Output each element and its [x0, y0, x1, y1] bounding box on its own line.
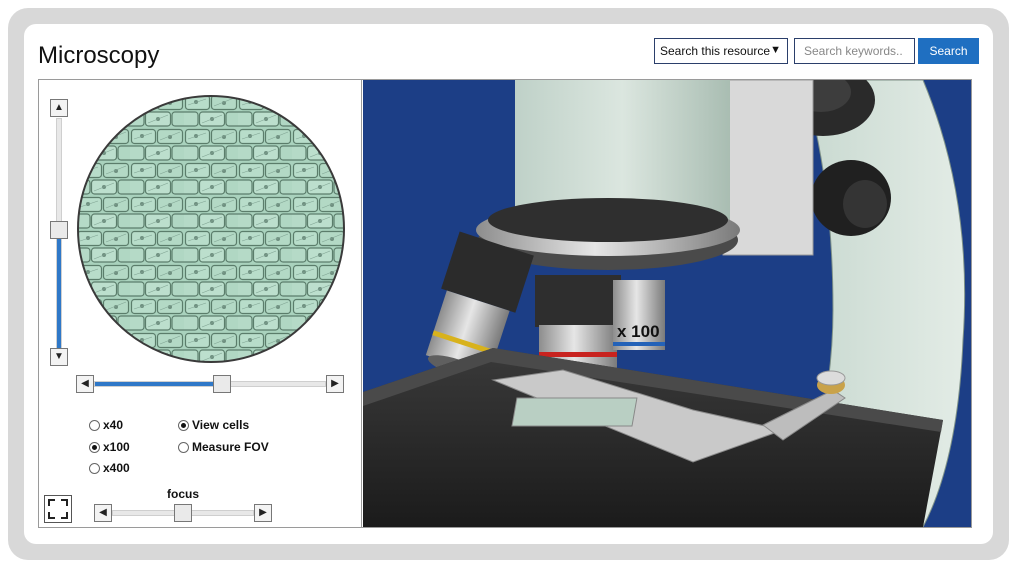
arrow-right-icon: ▶: [331, 378, 339, 389]
magnification-option-x40[interactable]: x40: [89, 418, 123, 432]
horizontal-slider-fill: [95, 382, 223, 386]
arrow-left-icon: ◀: [99, 507, 107, 518]
expand-icon: [48, 499, 68, 519]
focus-right-button[interactable]: ▶: [254, 504, 272, 522]
control-panel: ▲ ▼ ◀ ▶ x40 x100 x400 View cells Measure…: [39, 80, 362, 527]
horizontal-slider-track[interactable]: [94, 381, 326, 387]
arrow-down-icon: ▼: [54, 351, 64, 362]
horizontal-slider-thumb[interactable]: [212, 375, 231, 393]
microscope-illustration: x 100: [363, 80, 966, 527]
chevron-down-icon: ▼: [770, 44, 781, 56]
search-scope-select[interactable]: Search this resource ▼: [654, 38, 788, 64]
option-label: View cells: [192, 418, 250, 432]
field-of-view: [77, 95, 345, 363]
page-title: Microscopy: [38, 42, 160, 69]
search-scope-label: Search this resource: [660, 44, 771, 58]
slider-up-button[interactable]: ▲: [50, 99, 68, 117]
option-label: x400: [103, 461, 130, 475]
radio-button[interactable]: [89, 441, 100, 453]
mode-option-measure-fov[interactable]: Measure FOV: [178, 440, 269, 454]
focus-label: focus: [167, 487, 200, 501]
radio-button[interactable]: [178, 441, 189, 453]
radio-button[interactable]: [89, 462, 100, 474]
slider-left-button[interactable]: ◀: [76, 375, 94, 393]
radio-button[interactable]: [178, 419, 189, 431]
mode-option-view-cells[interactable]: View cells: [178, 418, 249, 432]
option-label: x40: [103, 418, 124, 432]
slider-right-button[interactable]: ▶: [326, 375, 344, 393]
vertical-slider-thumb[interactable]: [50, 221, 68, 240]
fullscreen-button[interactable]: [44, 495, 72, 523]
slider-down-button[interactable]: ▼: [50, 348, 68, 366]
arrow-left-icon: ◀: [81, 378, 89, 389]
magnification-option-x100[interactable]: x100: [89, 440, 130, 454]
arrow-right-icon: ▶: [259, 507, 267, 518]
search-input[interactable]: [794, 38, 915, 64]
objective-label: x 100: [617, 322, 660, 341]
focus-slider-thumb[interactable]: [174, 504, 192, 522]
radio-button[interactable]: [89, 419, 100, 431]
vertical-slider-fill: [57, 229, 61, 351]
option-label: Measure FOV: [192, 440, 269, 454]
search-button[interactable]: Search: [918, 38, 979, 64]
magnification-option-x400[interactable]: x400: [89, 461, 130, 475]
microscope-3d-view[interactable]: x 100: [363, 80, 971, 527]
focus-left-button[interactable]: ◀: [94, 504, 112, 522]
arrow-up-icon: ▲: [54, 102, 64, 113]
microscope-simulation: ▲ ▼ ◀ ▶ x40 x100 x400 View cells Measure…: [38, 79, 972, 528]
option-label: x100: [103, 440, 130, 454]
